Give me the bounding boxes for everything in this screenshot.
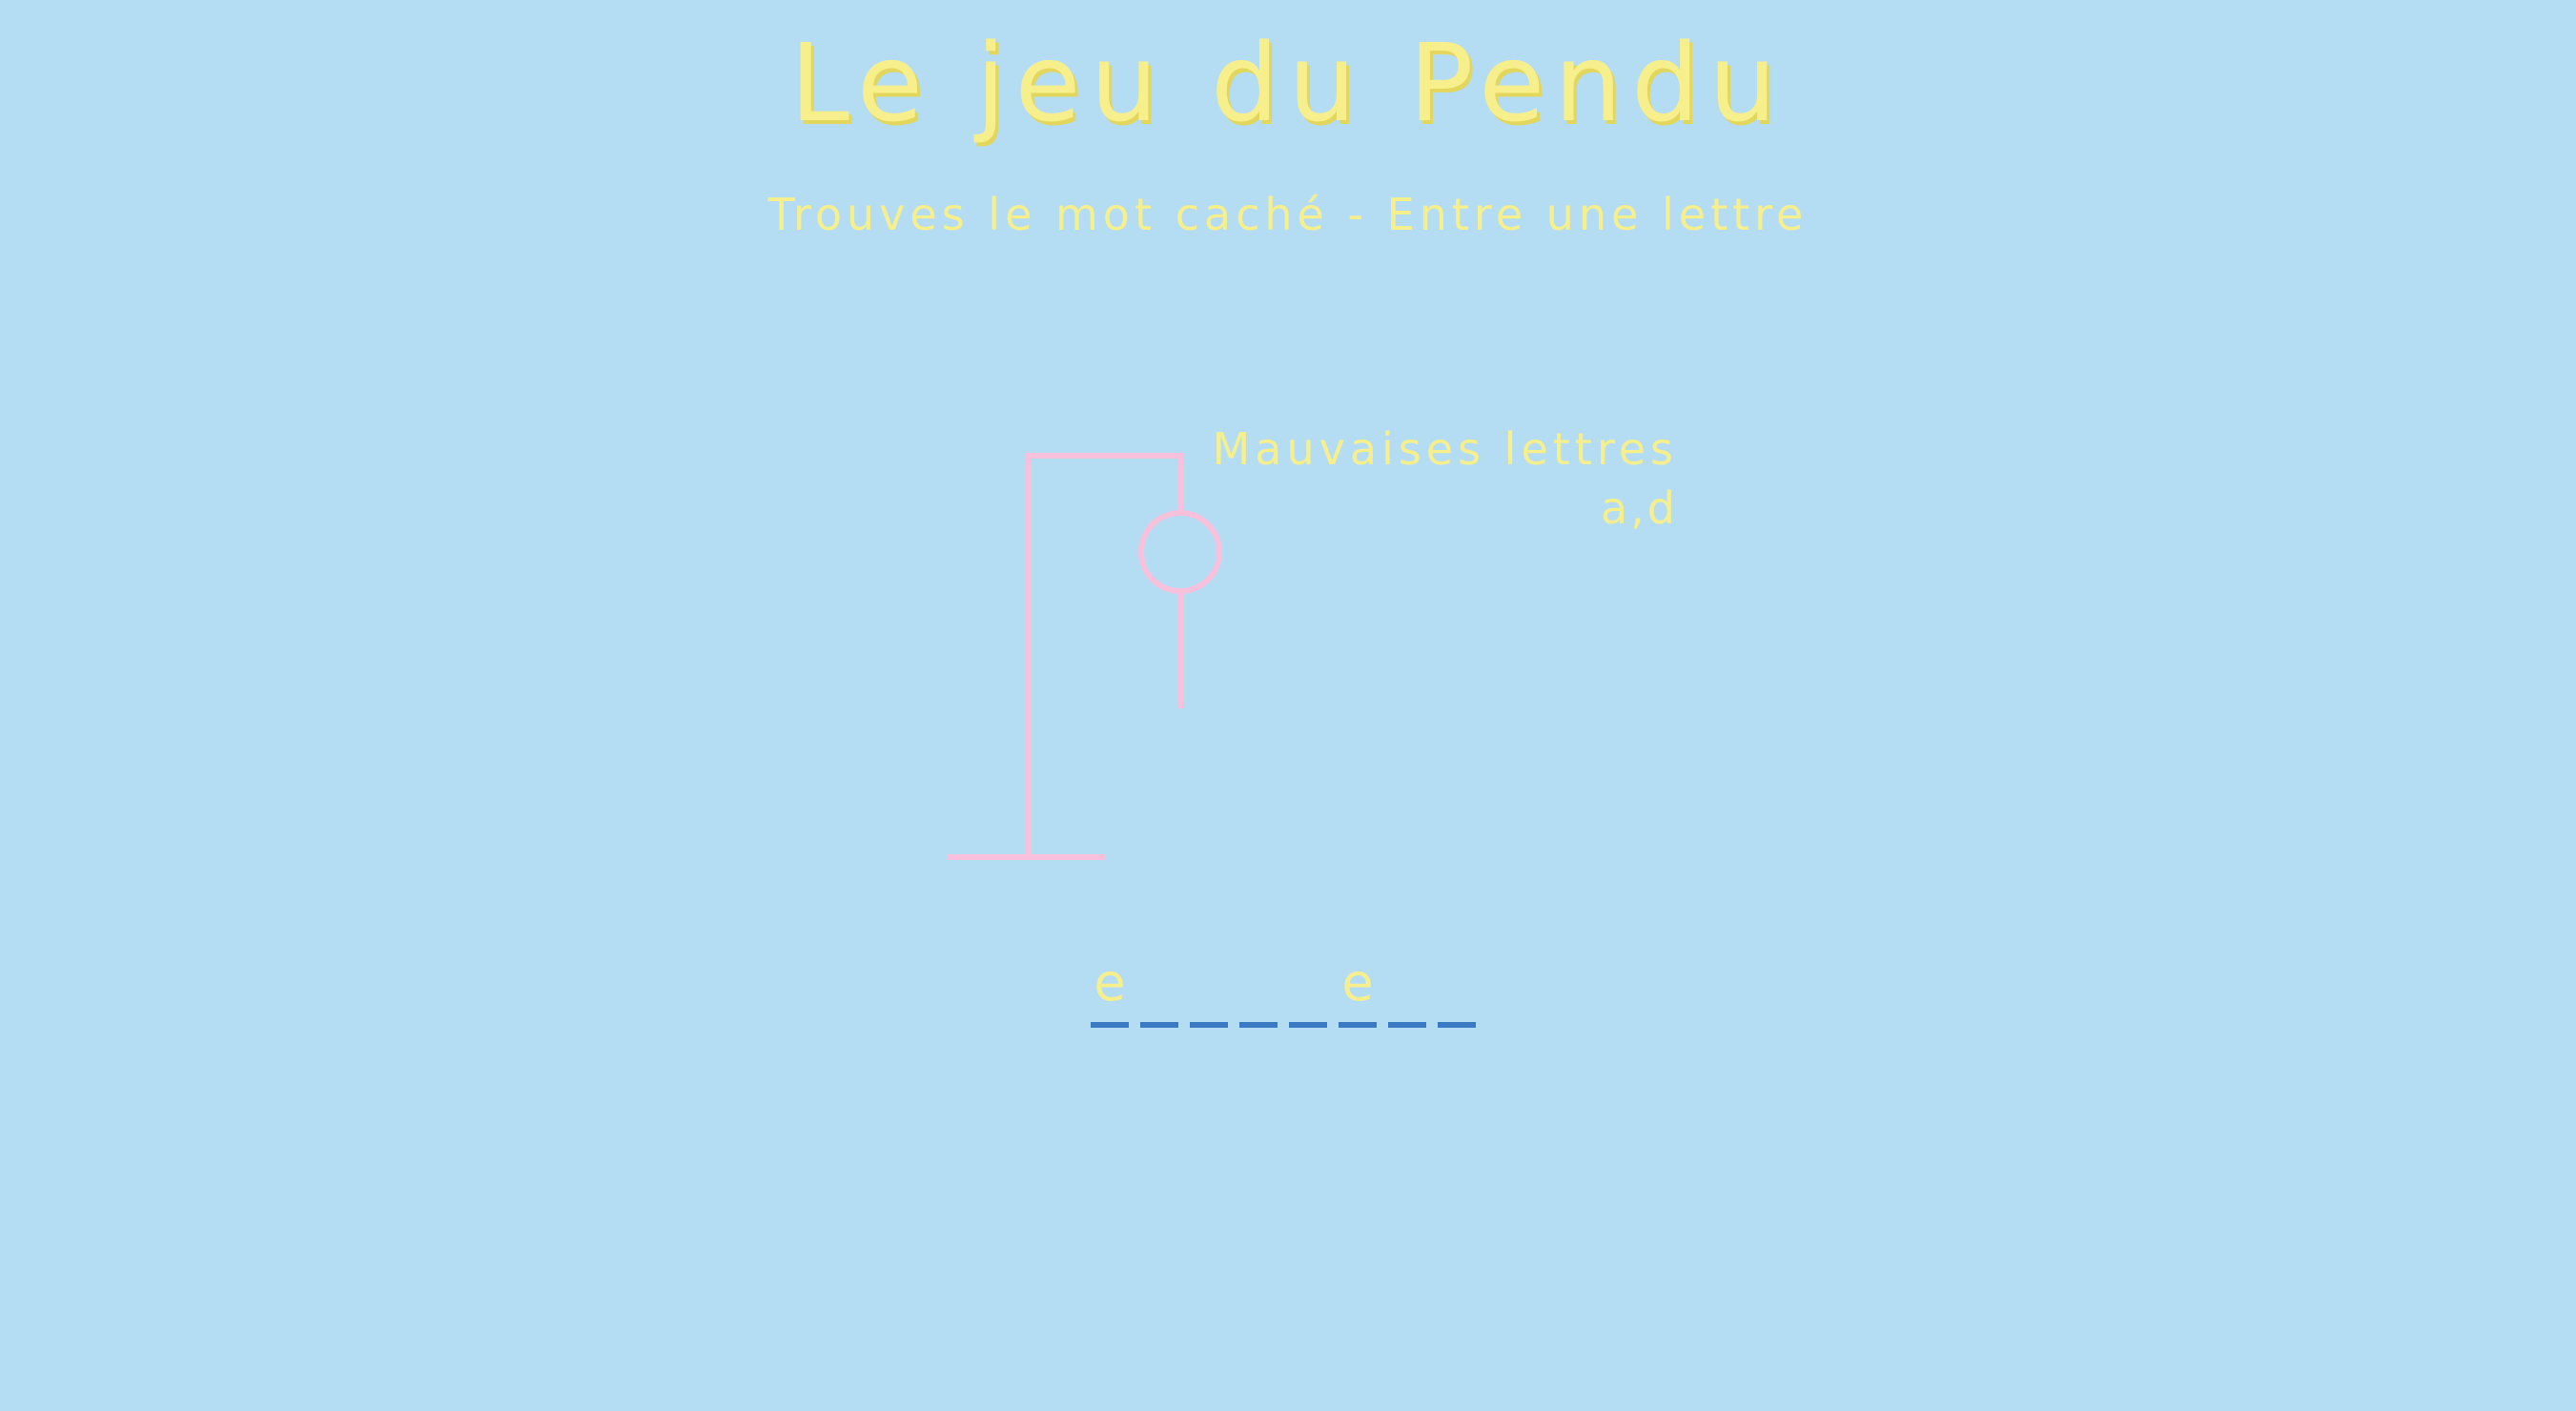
letter-slot xyxy=(1190,950,1228,1028)
wrong-letters-panel: Mauvaises lettres a,d xyxy=(1182,419,1678,538)
letter-slot xyxy=(1438,950,1476,1028)
letter-slot xyxy=(1239,950,1278,1028)
hangman-figure xyxy=(947,453,1222,860)
letter-slot: e xyxy=(1339,950,1377,1028)
letter-slot xyxy=(1289,950,1327,1028)
letter-slot xyxy=(1140,950,1178,1028)
wrong-letters-list: a,d xyxy=(1600,482,1678,534)
letter-slot xyxy=(1388,950,1426,1028)
wrong-letters-heading: Mauvaises lettres xyxy=(1212,423,1678,475)
letter-slot: e xyxy=(1091,950,1129,1028)
hidden-word: e e xyxy=(1091,950,1476,1028)
